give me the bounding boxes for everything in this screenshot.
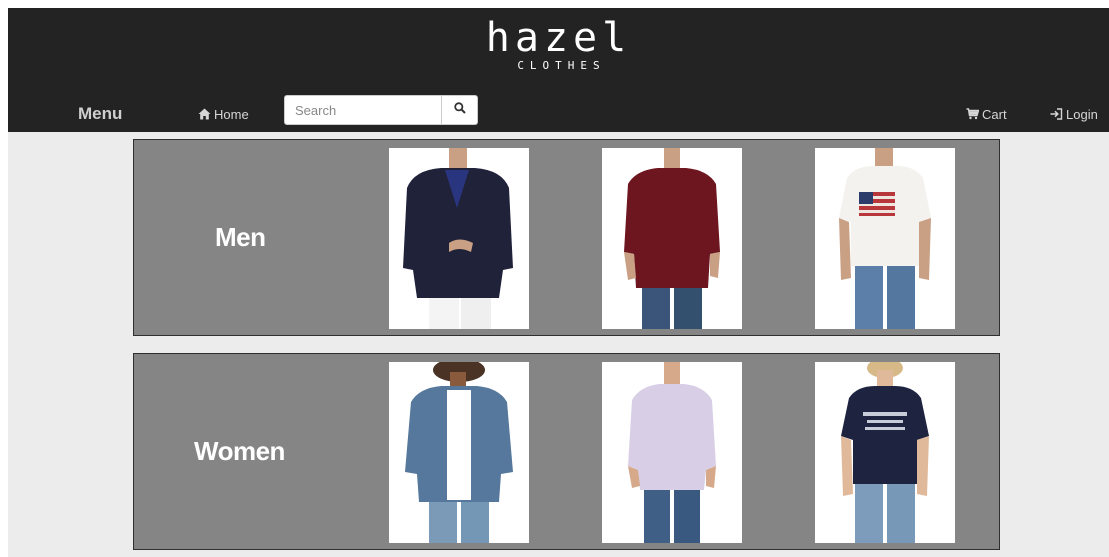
navbar: Menu Home Cart Login — [8, 96, 1109, 132]
page: hazel CLOTHES Menu Home Cart Login Searc… — [8, 8, 1109, 557]
product-image[interactable] — [389, 148, 529, 329]
category-label: Women — [194, 436, 285, 466]
login-icon — [1050, 108, 1063, 120]
login-label: Login — [1066, 106, 1098, 122]
login-link[interactable]: Login — [1050, 96, 1098, 132]
product-image[interactable] — [815, 362, 955, 543]
home-link[interactable]: Home — [198, 96, 249, 132]
home-label: Home — [214, 106, 249, 122]
search-form — [284, 95, 478, 125]
logo-wordmark: hazel — [485, 15, 632, 61]
cart-link[interactable]: Cart — [966, 96, 1007, 132]
category-label: Men — [215, 222, 266, 252]
brand-header: hazel CLOTHES — [8, 8, 1109, 96]
search-input[interactable] — [284, 95, 442, 125]
product-image[interactable] — [389, 362, 529, 543]
category-men[interactable]: Men — [133, 139, 1000, 336]
logo-tagline: CLOTHES — [517, 59, 606, 72]
home-icon — [198, 108, 211, 120]
menu-label: Menu — [78, 104, 123, 123]
logo[interactable]: hazel CLOTHES — [8, 16, 1109, 72]
category-women[interactable]: Women — [133, 353, 1000, 550]
product-image[interactable] — [602, 148, 742, 329]
search-icon — [453, 101, 466, 119]
search-button[interactable] — [442, 95, 478, 125]
menu-button[interactable]: Menu — [78, 96, 122, 132]
product-image[interactable] — [815, 148, 955, 329]
product-image[interactable] — [602, 362, 742, 543]
cart-label: Cart — [982, 106, 1007, 122]
cart-icon — [966, 108, 979, 120]
